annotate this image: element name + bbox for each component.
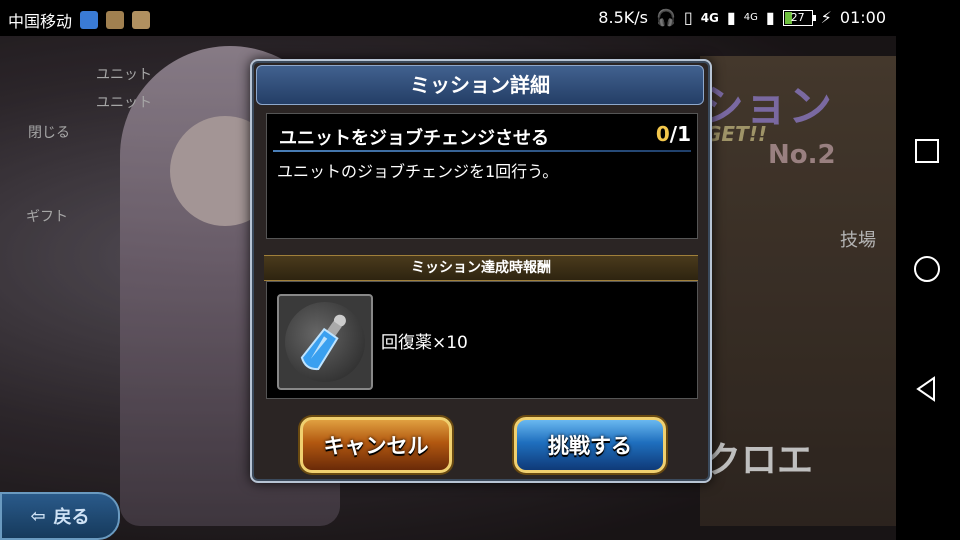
vibrate-icon: ▯ [683, 8, 693, 27]
mission-info-panel: ユニットをジョブチェンジさせる 0/1 ユニットのジョブチェンジを1回行う。 [266, 113, 698, 239]
close-label: 閉じる [28, 125, 70, 141]
network-speed: 8.5K/s [598, 8, 648, 27]
dialog-title: ミッション詳細 [256, 65, 704, 105]
battery-icon: 27 [782, 9, 816, 26]
charging-icon: ⚡ [820, 8, 832, 27]
back-icon[interactable] [912, 374, 942, 404]
mission-name: ユニットをジョブチェンジさせる [279, 128, 549, 149]
progress-current: 0 [655, 122, 670, 146]
arrow-left-icon: ⇦ [30, 505, 46, 527]
battery-level: 27 [790, 10, 805, 24]
reward-panel: 回復薬×10 [266, 281, 698, 399]
menu-unit-label: ユニット [96, 95, 152, 111]
signal-icon: ▮ [765, 8, 775, 27]
reward-label: 回復薬×10 [381, 333, 468, 353]
banner-get: GET!! [705, 122, 767, 146]
character-name: クロエ [705, 440, 814, 481]
back-button-label: 戻る [53, 507, 90, 528]
banner-number: No.2 [768, 140, 836, 170]
mission-description: ユニットのジョブチェンジを1回行う。 [277, 162, 559, 181]
home-icon[interactable] [912, 254, 942, 284]
headphones-icon: 🎧 [655, 8, 676, 27]
progress-total: /1 [669, 122, 691, 146]
challenge-button[interactable]: 挑戦する [514, 417, 666, 473]
back-button[interactable]: ⇦ 戻る [0, 492, 120, 540]
gift-label: ギフト [26, 209, 68, 225]
signal-icon: ▮ [726, 8, 736, 27]
network-type: 4G [743, 12, 758, 23]
recent-apps-icon[interactable] [912, 136, 942, 166]
mission-detail-dialog: ミッション詳細 ユニットをジョブチェンジさせる 0/1 ユニットのジョブチェンジ… [250, 59, 712, 483]
clock: 01:00 [839, 8, 886, 27]
cancel-button[interactable]: キャンセル [300, 417, 452, 473]
status-bar: 中国移动 8.5K/s 🎧 ▯ 4G ▮ 4G ▮ 27 ⚡ 01:00 [0, 0, 896, 36]
reward-header: ミッション達成時報酬 [264, 255, 698, 281]
network-type: 4G [700, 10, 719, 25]
banner-tag: 技場 [840, 230, 876, 251]
potion-icon [300, 314, 346, 371]
app-icon [132, 11, 151, 29]
android-nav-bar [896, 0, 960, 540]
carrier-label: 中国移动 [8, 12, 73, 31]
mission-progress: 0/1 [656, 122, 691, 146]
divider [273, 150, 691, 152]
reward-item-frame [277, 294, 373, 390]
app-icon [106, 11, 125, 29]
shield-icon [80, 11, 99, 29]
menu-unit-label: ユニット [96, 67, 152, 83]
